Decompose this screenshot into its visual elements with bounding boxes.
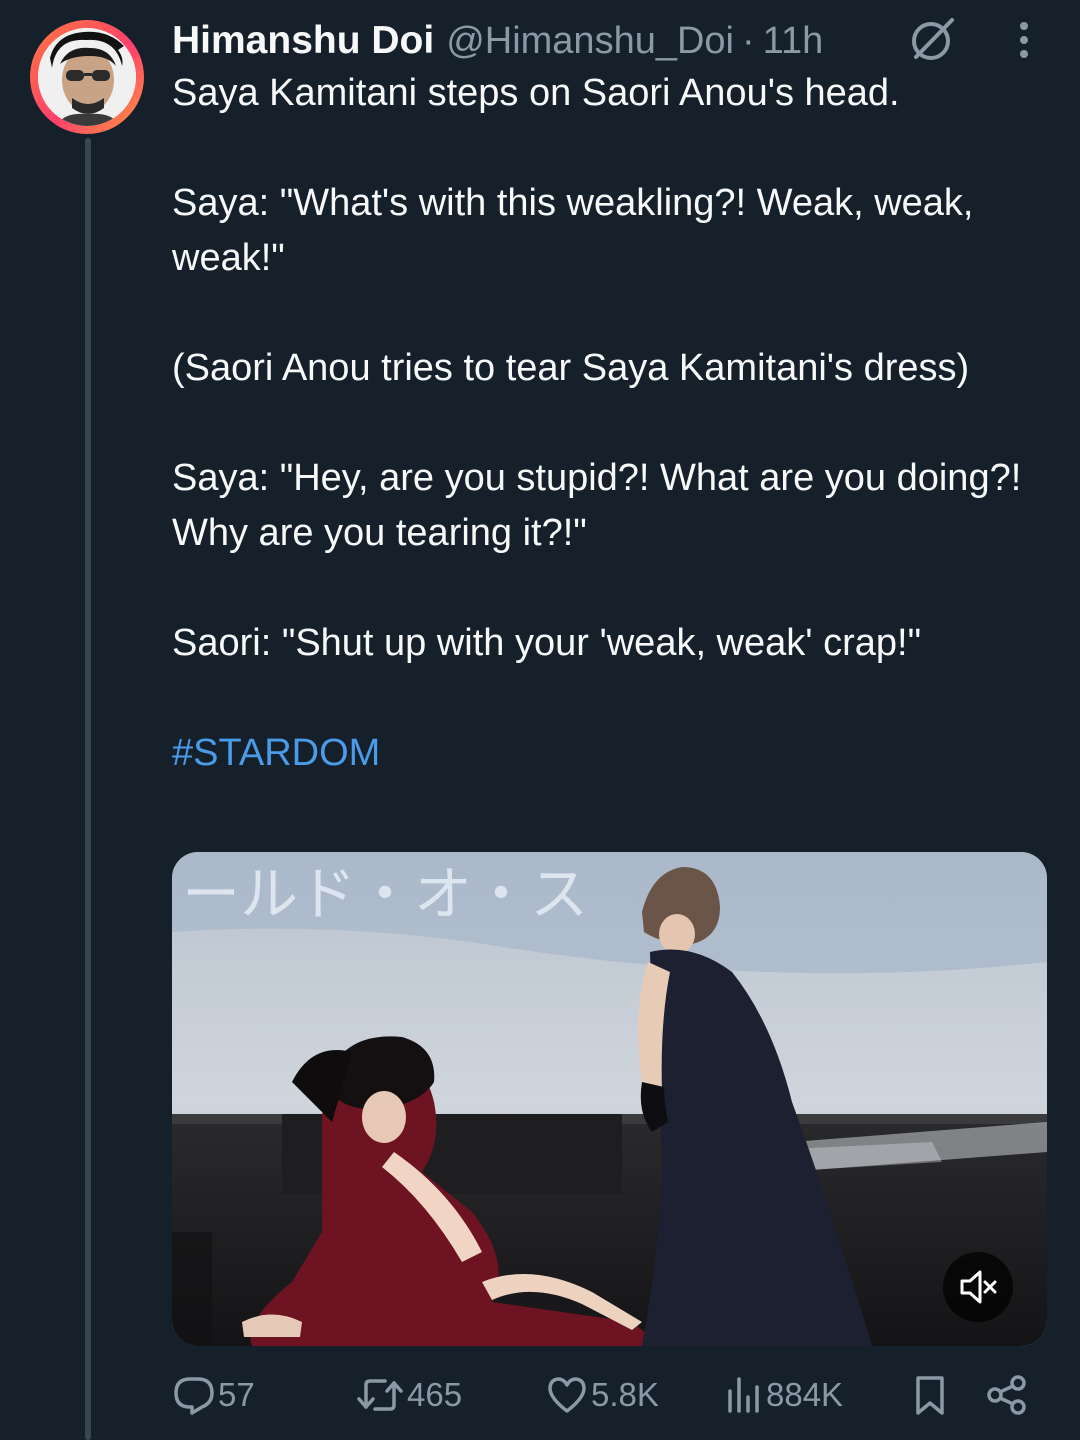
- tweet-paragraph: Saori: "Shut up with your 'weak, weak' c…: [172, 622, 922, 664]
- like-button[interactable]: 5.8K: [545, 1366, 659, 1424]
- grok-icon[interactable]: [906, 12, 960, 66]
- reply-count: 57: [218, 1376, 255, 1413]
- tweet-header: Himanshu Doi @Himanshu_Doi · 11h: [172, 14, 823, 68]
- reply-button[interactable]: 57: [172, 1366, 255, 1424]
- views-button[interactable]: 884K: [724, 1366, 843, 1424]
- repost-count: 465: [407, 1376, 463, 1413]
- video-player[interactable]: ールド・オ・ス: [172, 852, 1047, 1346]
- background-signage-text: ールド・オ・ス: [182, 860, 588, 928]
- tweet-paragraph: Saya Kamitani steps on Saori Anou's head…: [172, 72, 900, 114]
- tweet-paragraph: (Saori Anou tries to tear Saya Kamitani'…: [172, 347, 970, 389]
- views-count: 884K: [766, 1376, 844, 1413]
- thread-line: [85, 138, 91, 1440]
- header-separator: ·: [742, 19, 755, 62]
- share-button[interactable]: [984, 1366, 1030, 1424]
- repost-icon: [357, 1379, 403, 1411]
- bookmark-button[interactable]: [908, 1366, 952, 1424]
- author-display-name[interactable]: Himanshu Doi: [172, 19, 434, 63]
- share-icon: [987, 1375, 1026, 1415]
- avatar[interactable]: [30, 20, 144, 134]
- tweet-paragraph: Saya: "What's with this weakling?! Weak,…: [172, 182, 974, 279]
- views-icon: [728, 1377, 759, 1413]
- bookmark-icon: [916, 1376, 944, 1415]
- avatar-image: [38, 28, 136, 126]
- tweet-actions-bar: 57 465 5.8K 884K: [0, 1366, 1080, 1424]
- mute-toggle-button[interactable]: [943, 1252, 1013, 1322]
- tweet-text: Saya Kamitani steps on Saori Anou's head…: [172, 66, 1052, 781]
- tweet-paragraph: Saya: "Hey, are you stupid?! What are yo…: [172, 457, 1022, 554]
- like-count: 5.8K: [591, 1376, 659, 1413]
- tweet-timestamp[interactable]: 11h: [763, 20, 824, 63]
- speaker-muted-icon: [960, 1270, 997, 1304]
- author-handle[interactable]: @Himanshu_Doi: [446, 20, 734, 63]
- hashtag-link[interactable]: #STARDOM: [172, 726, 1052, 781]
- more-icon[interactable]: [1002, 18, 1046, 62]
- video-frame: ールド・オ・ス: [172, 852, 1047, 1346]
- reply-icon: [174, 1377, 214, 1415]
- repost-button[interactable]: 465: [355, 1366, 462, 1424]
- heart-icon: [548, 1377, 586, 1413]
